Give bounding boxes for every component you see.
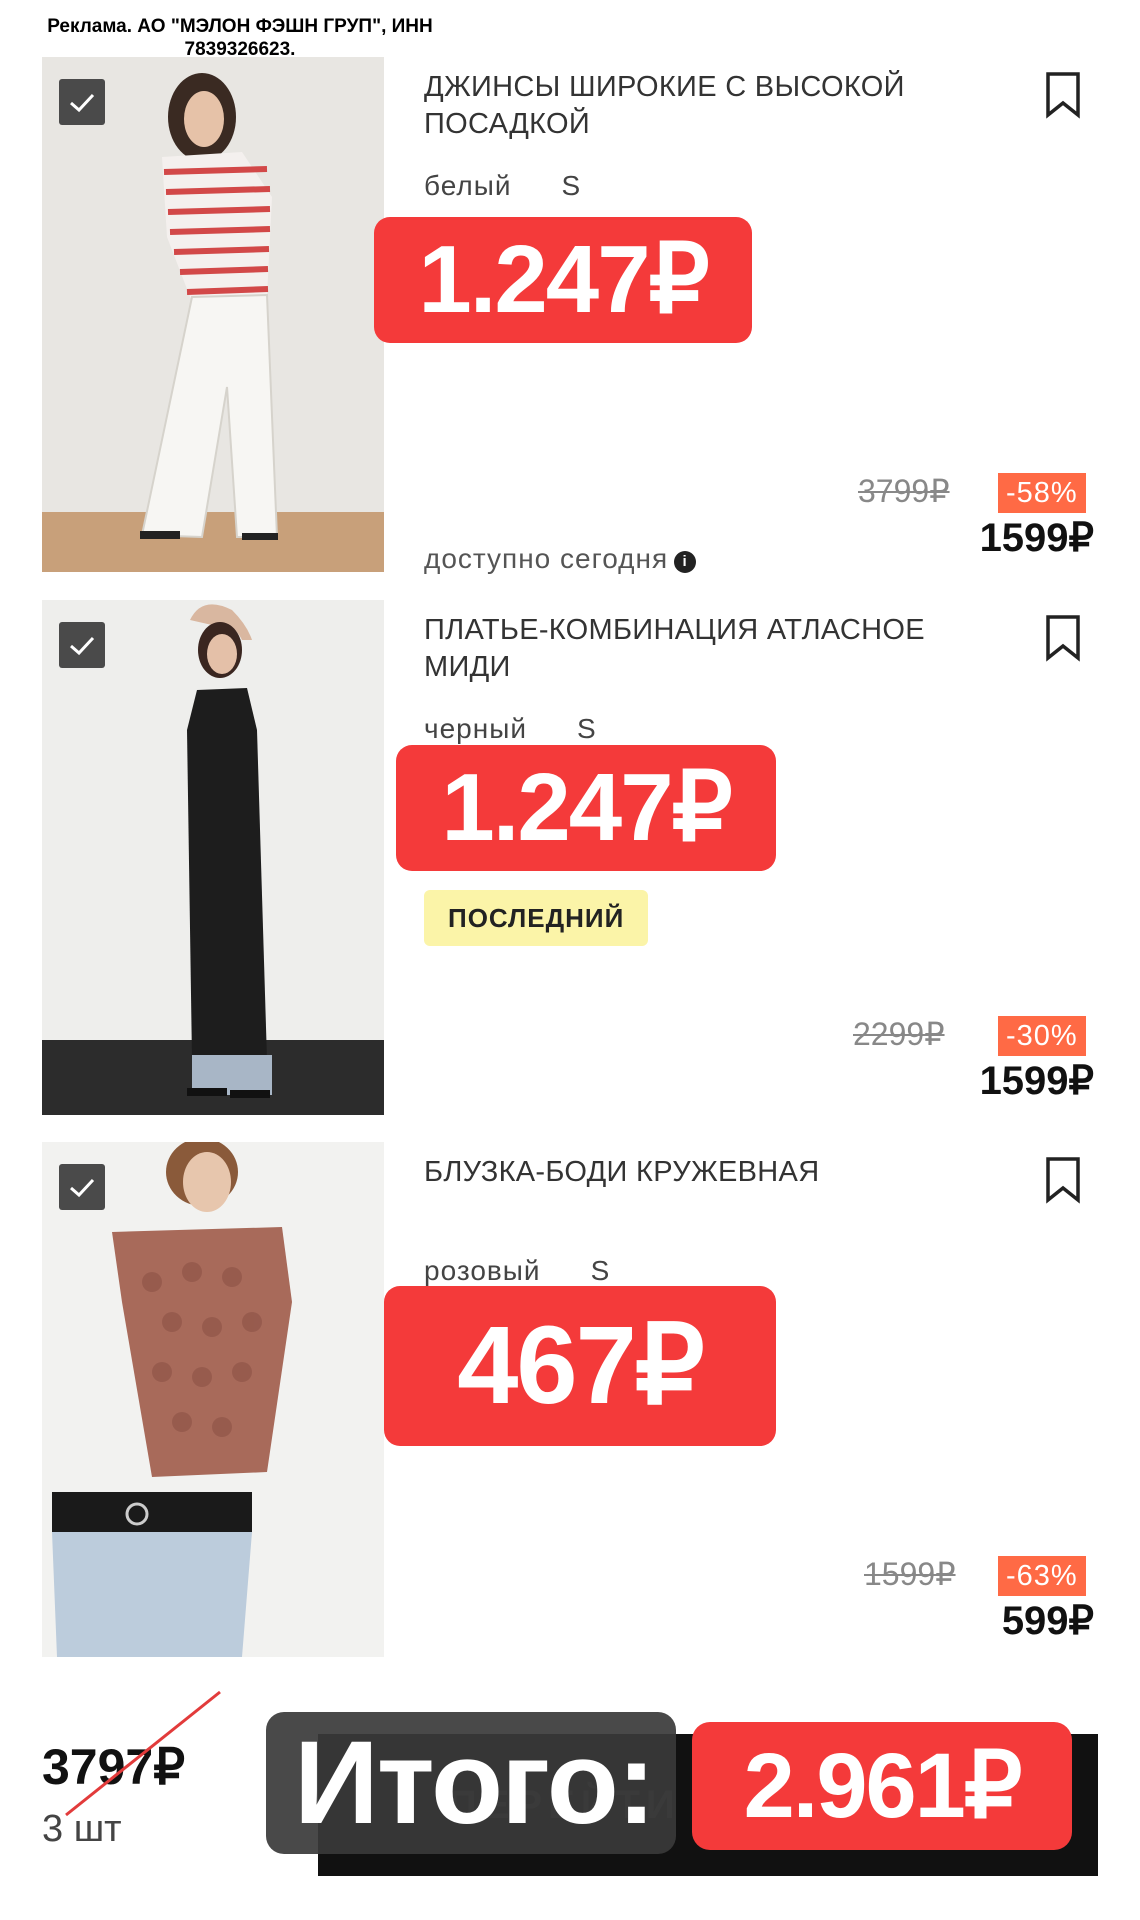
color-label: белый — [424, 170, 512, 201]
size-label: S — [561, 170, 582, 201]
product-variant: белый S — [424, 170, 581, 202]
bookmark-icon — [1046, 615, 1080, 662]
current-price: 599₽ — [1001, 1599, 1094, 1643]
color-label: розовый — [424, 1255, 541, 1286]
size-label: S — [576, 713, 597, 744]
product-photo[interactable] — [42, 1142, 384, 1657]
product-image — [42, 57, 384, 572]
old-price: 1599₽ — [864, 1556, 956, 1592]
bookmark-icon — [1046, 72, 1080, 119]
cart-item: БЛУЗКА-БОДИ КРУЖЕВНАЯ розовый S 467₽ 1599… — [0, 1142, 1140, 1657]
product-variant: розовый S — [424, 1255, 610, 1287]
last-item-badge: ПОСЛЕДНИЙ — [424, 890, 649, 946]
availability: доступно сегодня i — [424, 543, 697, 575]
product-photo[interactable] — [42, 600, 384, 1115]
info-icon[interactable]: i — [674, 551, 697, 573]
old-total: 3797₽ — [42, 1739, 186, 1795]
discount-badge: -63% — [998, 1556, 1086, 1596]
checkmark-icon — [70, 93, 95, 113]
product-title[interactable]: ДЖИНСЫ ШИРОКИЕ С ВЫСОКОЙ ПОСАДКОЙ — [424, 69, 984, 143]
product-image — [42, 1142, 384, 1657]
color-label: черный — [424, 713, 527, 744]
product-title[interactable]: БЛУЗКА-БОДИ КРУЖЕВНАЯ — [424, 1154, 984, 1191]
cart-item: ПЛАТЬЕ-КОМБИНАЦИЯ АТЛАСНОЕ МИДИ черный S … — [0, 600, 1140, 1115]
total-label: Итого: — [294, 1717, 656, 1849]
bookmark-icon — [1046, 1157, 1080, 1204]
promo-price: 1.247₽ — [374, 217, 752, 343]
quantity-count: 3 шт — [42, 1808, 122, 1850]
discount-badge: -30% — [998, 1016, 1086, 1056]
bookmark-button[interactable] — [1044, 614, 1082, 662]
current-price: 1599₽ — [979, 516, 1094, 560]
bookmark-button[interactable] — [1044, 71, 1082, 119]
product-image — [42, 600, 384, 1115]
product-photo[interactable] — [42, 57, 384, 572]
product-variant: черный S — [424, 713, 597, 745]
select-checkbox[interactable] — [59, 1164, 105, 1210]
discount-badge: -58% — [998, 473, 1086, 513]
select-checkbox[interactable] — [59, 622, 105, 668]
availability-text: доступно сегодня — [424, 543, 669, 574]
promo-price: 467₽ — [384, 1286, 776, 1446]
checkmark-icon — [70, 636, 95, 656]
ad-disclaimer: Реклама. АО "МЭЛОН ФЭШН ГРУП", ИНН 78393… — [47, 16, 433, 60]
old-price: 3799₽ — [858, 473, 950, 509]
cart-item: ДЖИНСЫ ШИРОКИЕ С ВЫСОКОЙ ПОСАДКОЙ белый S… — [0, 57, 1140, 575]
old-price: 2299₽ — [853, 1016, 945, 1052]
product-title[interactable]: ПЛАТЬЕ-КОМБИНАЦИЯ АТЛАСНОЕ МИДИ — [424, 612, 984, 686]
bookmark-button[interactable] — [1044, 1156, 1082, 1204]
select-checkbox[interactable] — [59, 79, 105, 125]
total-price: 2.961₽ — [692, 1722, 1072, 1850]
checkmark-icon — [70, 1178, 95, 1198]
current-price: 1599₽ — [979, 1059, 1094, 1103]
promo-price: 1.247₽ — [396, 745, 776, 871]
size-label: S — [590, 1255, 611, 1286]
